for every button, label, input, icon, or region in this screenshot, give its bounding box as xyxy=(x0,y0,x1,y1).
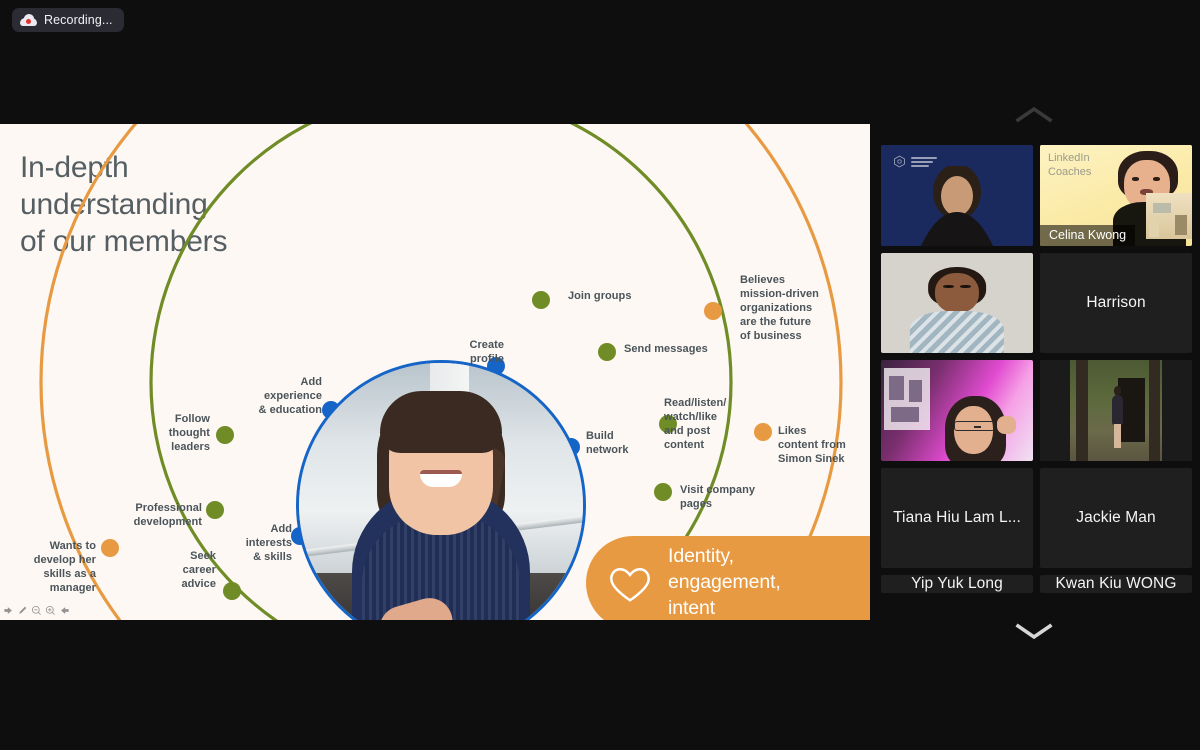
node-professional-development[interactable] xyxy=(206,501,224,519)
label-build-network: Build network xyxy=(586,430,629,457)
zoom-in-icon[interactable] xyxy=(45,605,56,616)
participant-tile-active-speaker[interactable]: LinkedIn Coaches Celina Kwong xyxy=(1040,145,1192,246)
label-send-messages: Send messages xyxy=(624,343,708,355)
label-follow-thought-leaders: Follow thought leaders xyxy=(168,413,210,454)
meeting-window: Recording... In-depth understanding of o… xyxy=(0,0,1200,750)
identity-engagement-banner: Identity, engagement, intent xyxy=(586,536,870,620)
participant-tile[interactable]: Harrison xyxy=(1040,252,1192,353)
pointer-icon[interactable] xyxy=(3,605,14,616)
label-join-groups: Join groups xyxy=(568,290,632,302)
label-read-post-content: Read/listen/ watch/like and post content xyxy=(664,397,727,452)
participant-tile[interactable] xyxy=(881,360,1033,461)
label-add-experience: Add experience & education xyxy=(258,376,322,417)
glasses-icon xyxy=(953,421,995,432)
label-create-profile: Create profile xyxy=(469,339,504,366)
label-believes-mission-driven: Believes mission-driven organizations ar… xyxy=(740,274,819,343)
node-join-groups[interactable] xyxy=(532,291,550,309)
heart-icon xyxy=(610,567,650,602)
linkedin-coaches-watermark: LinkedIn Coaches xyxy=(1048,152,1092,178)
participant-tile[interactable]: Yip Yuk Long xyxy=(881,575,1033,593)
node-seek-career-advice[interactable] xyxy=(223,582,241,600)
node-visit-company-pages[interactable] xyxy=(654,483,672,501)
participant-name: Yip Yuk Long xyxy=(911,575,1003,592)
participant-tile[interactable]: Tiana Hiu Lam L... xyxy=(881,467,1033,568)
participant-tile[interactable] xyxy=(1040,360,1192,461)
background-wall xyxy=(1146,193,1192,240)
participant-name: Tiana Hiu Lam L... xyxy=(893,508,1021,526)
label-seek-career-advice: Seek career advice xyxy=(181,550,216,591)
participant-name-tag: Celina Kwong xyxy=(1040,224,1136,246)
node-send-messages[interactable] xyxy=(598,343,616,361)
annotation-toolbar[interactable] xyxy=(3,605,70,616)
background-poster xyxy=(884,368,930,431)
participant-tile[interactable]: Jackie Man xyxy=(1040,467,1192,568)
label-likes-simon-sinek: Likes content from Simon Sinek xyxy=(778,425,846,466)
participant-tile[interactable] xyxy=(881,145,1033,246)
pen-icon[interactable] xyxy=(17,605,28,616)
participant-tile[interactable] xyxy=(881,252,1033,353)
chevron-down-icon[interactable] xyxy=(1010,620,1058,642)
participant-name: Jackie Man xyxy=(1076,508,1156,526)
participant-name: Kwan Kiu WONG xyxy=(1055,575,1177,592)
label-professional-development: Professional development xyxy=(133,502,202,529)
banner-text: Identity, engagement, intent xyxy=(668,545,781,619)
shared-screen-slide[interactable]: In-depth understanding of our members Cr… xyxy=(0,124,870,620)
label-visit-company-pages: Visit company pages xyxy=(680,484,756,511)
label-wants-manager-skills: Wants to develop her skills as a manager xyxy=(33,540,96,595)
participant-name: Harrison xyxy=(1086,293,1146,311)
participant-tile[interactable]: Kwan Kiu WONG xyxy=(1040,575,1192,593)
arrow-right-icon[interactable] xyxy=(59,605,70,616)
participant-tile-grid[interactable]: LinkedIn Coaches Celina Kwong Harrison T… xyxy=(881,145,1192,593)
recording-cloud-icon xyxy=(20,14,37,26)
recording-indicator[interactable]: Recording... xyxy=(12,8,124,32)
recording-label: Recording... xyxy=(44,13,113,27)
label-add-interests: Add interests & skills xyxy=(245,523,292,564)
zoom-out-icon[interactable] xyxy=(31,605,42,616)
member-photo xyxy=(296,360,586,620)
node-believes-mission-driven[interactable] xyxy=(704,302,722,320)
participant-silhouette xyxy=(921,165,993,246)
node-wants-manager-skills[interactable] xyxy=(101,539,119,557)
chevron-up-icon[interactable] xyxy=(1010,104,1058,126)
node-follow-thought-leaders[interactable] xyxy=(216,426,234,444)
